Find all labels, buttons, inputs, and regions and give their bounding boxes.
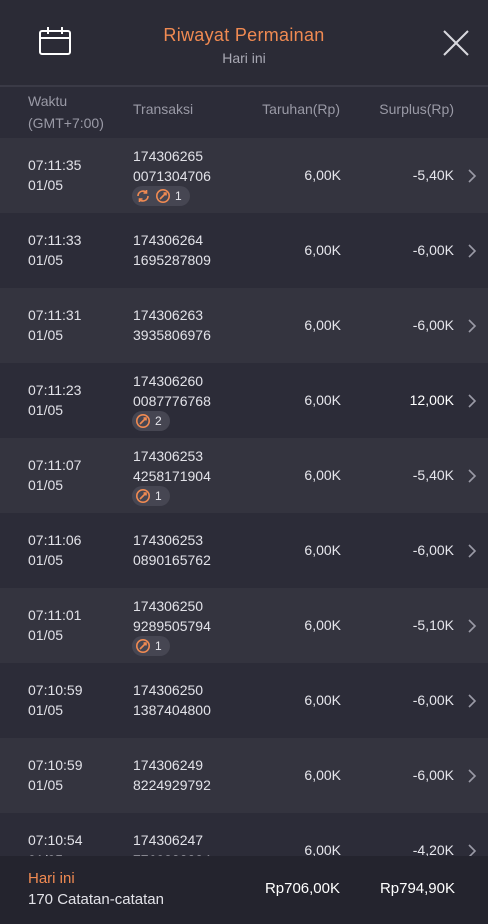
footer-record-count: 170 Catatan-catatan (28, 891, 164, 908)
row-time: 07:11:06 01/05 (28, 532, 82, 568)
page-title: Riwayat Permainan (163, 25, 325, 45)
row-time: 07:11:31 01/05 (28, 307, 82, 343)
scatter-icon (136, 414, 150, 428)
chevron-right-icon[interactable] (467, 693, 477, 709)
chevron-right-icon[interactable] (467, 468, 477, 484)
feature-badge: 2 (132, 411, 170, 431)
row-transaction-id: 174306250 9289505794 (133, 598, 211, 634)
row-bet: 6,00K (304, 467, 341, 483)
row-surplus: -5,10K (412, 617, 454, 633)
row-transaction-id: 174306253 0890165762 (133, 532, 211, 568)
refresh-icon (137, 190, 149, 202)
row-transaction-id: 1743062477760888834 (133, 832, 211, 856)
table-row[interactable]: 07:11:23 01/05 174306260 0087776768 2 6,00K 12… (0, 363, 488, 438)
scatter-icon (136, 639, 150, 653)
scatter-icon (136, 489, 150, 503)
badge-count: 2 (155, 414, 162, 428)
column-surplus: Surplus(Rp) (379, 101, 454, 117)
transaction-list: 07:11:35 01/05 174306265 0071304706 1 6,00K -5… (0, 138, 488, 856)
badge-count: 1 (155, 639, 162, 653)
header: Riwayat Permainan Hari ini (0, 0, 488, 87)
row-surplus: -6,00K (412, 767, 454, 783)
row-time: 07:10:59 01/05 (28, 682, 83, 718)
chevron-right-icon[interactable] (467, 618, 477, 634)
table-row[interactable]: 07:10:5401/05 1743062477760888834 6,00K -4,… (0, 813, 488, 856)
close-icon[interactable] (441, 28, 471, 58)
row-time: 07:10:5401/05 (28, 832, 83, 856)
column-transaksi: Transaksi (133, 101, 194, 117)
chevron-right-icon[interactable] (467, 768, 477, 784)
row-surplus: 12,00K (409, 392, 454, 408)
summary-footer: Hari ini 170 Catatan-catatan Rp706,00K R… (0, 856, 488, 924)
badge-count: 1 (155, 489, 162, 503)
chevron-right-icon[interactable] (467, 843, 477, 856)
footer-period-label: Hari ini (28, 870, 75, 887)
row-surplus: -4,20K (412, 842, 454, 856)
row-surplus: -5,40K (412, 467, 454, 483)
row-time: 07:11:23 01/05 (28, 382, 82, 418)
row-surplus: -5,40K (412, 167, 454, 183)
chevron-right-icon[interactable] (467, 168, 477, 184)
column-waktu: Waktu (GMT+7:00) (28, 93, 104, 131)
column-taruhan: Taruhan(Rp) (262, 101, 340, 117)
row-bet: 6,00K (304, 392, 341, 408)
row-time: 07:11:01 01/05 (28, 607, 82, 643)
row-time: 07:11:33 01/05 (28, 232, 82, 268)
footer-total-bet: Rp706,00K (264, 880, 340, 897)
badge-count: 1 (175, 189, 182, 203)
row-time: 07:11:35 01/05 (28, 157, 82, 193)
row-bet: 6,00K (304, 542, 341, 558)
row-surplus: -6,00K (412, 317, 454, 333)
table-row[interactable]: 07:10:59 01/05 174306250 1387404800 6,00K -6,… (0, 663, 488, 738)
table-row[interactable]: 07:11:31 01/05 174306263 3935806976 6,00K -6,… (0, 288, 488, 363)
row-surplus: -6,00K (412, 692, 454, 708)
row-time: 07:11:07 01/05 (28, 457, 82, 493)
scatter-icon (156, 189, 170, 203)
footer-total-surplus: Rp794,90K (379, 880, 455, 897)
row-transaction-id: 174306264 1695287809 (133, 232, 211, 268)
row-transaction-id: 174306260 0087776768 (133, 373, 211, 409)
row-surplus: -6,00K (412, 242, 454, 258)
row-bet: 6,00K (304, 242, 341, 258)
feature-badge: 1 (132, 636, 170, 656)
row-bet: 6,00K (304, 617, 341, 633)
table-row[interactable]: 07:11:35 01/05 174306265 0071304706 1 6,00K -5… (0, 138, 488, 213)
row-bet: 6,00K (304, 842, 341, 856)
chevron-right-icon[interactable] (467, 243, 477, 259)
feature-badge: 1 (132, 486, 170, 506)
row-bet: 6,00K (304, 317, 341, 333)
row-bet: 6,00K (304, 692, 341, 708)
table-row[interactable]: 07:11:06 01/05 174306253 0890165762 6,00K -6,… (0, 513, 488, 588)
table-row[interactable]: 07:10:59 01/05 174306249 8224929792 6,00K -6,… (0, 738, 488, 813)
table-row[interactable]: 07:11:33 01/05 174306264 1695287809 6,00K -6,… (0, 213, 488, 288)
column-headers: Waktu (GMT+7:00) Transaksi Taruhan(Rp) S… (0, 87, 488, 138)
row-transaction-id: 174306250 1387404800 (133, 682, 211, 718)
row-transaction-id: 174306253 4258171904 (133, 448, 211, 484)
table-row[interactable]: 07:11:07 01/05 174306253 4258171904 1 6,00K -5… (0, 438, 488, 513)
feature-badge: 1 (132, 186, 190, 206)
row-transaction-id: 174306265 0071304706 (133, 148, 211, 184)
page-subtitle: Hari ini (222, 50, 266, 66)
row-transaction-id: 174306263 3935806976 (133, 307, 211, 343)
row-surplus: -6,00K (412, 542, 454, 558)
row-bet: 6,00K (304, 767, 341, 783)
chevron-right-icon[interactable] (467, 393, 477, 409)
chevron-right-icon[interactable] (467, 318, 477, 334)
chevron-right-icon[interactable] (467, 543, 477, 559)
table-row[interactable]: 07:11:01 01/05 174306250 9289505794 1 6,00K -5… (0, 588, 488, 663)
row-transaction-id: 174306249 8224929792 (133, 757, 211, 793)
row-bet: 6,00K (304, 167, 341, 183)
row-time: 07:10:59 01/05 (28, 757, 83, 793)
